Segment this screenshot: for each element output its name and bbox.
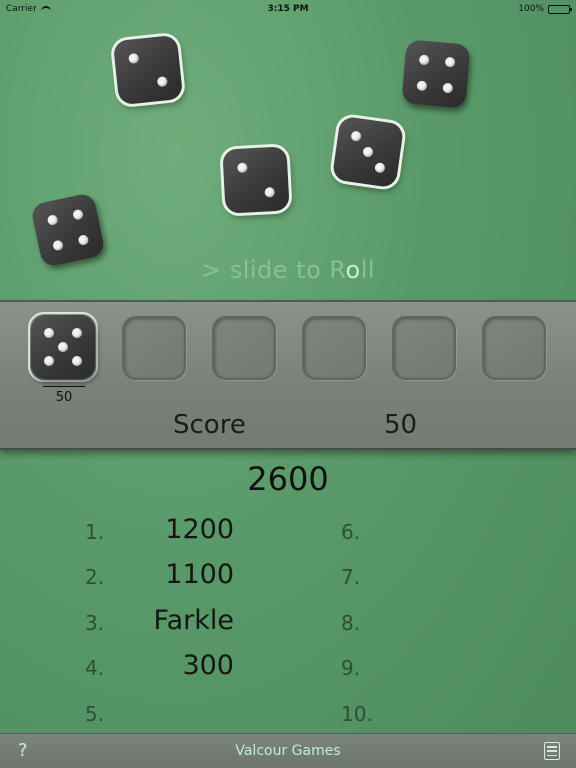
kept-dice-tray — [0, 300, 576, 450]
status-right: 100% — [390, 4, 572, 14]
die-pip — [374, 162, 386, 174]
empty-die-slot[interactable] — [122, 316, 186, 380]
turn-score: 1100 — [165, 559, 234, 590]
die-pip — [72, 356, 83, 367]
die-pip — [72, 327, 83, 338]
turn-number: 5. — [85, 702, 105, 726]
die-pip — [46, 214, 59, 227]
slide-suffix: ll — [360, 256, 376, 284]
turn-score: 300 — [182, 650, 234, 681]
die-pip — [58, 342, 68, 352]
die-pip — [264, 186, 275, 198]
turn-score: 1200 — [165, 514, 234, 545]
turn-number: 7. — [341, 565, 361, 589]
rolled-die[interactable] — [112, 34, 184, 106]
battery-icon — [548, 4, 572, 14]
die-pip — [156, 75, 168, 87]
die-pip — [71, 208, 84, 221]
turn-number: 8. — [341, 611, 361, 635]
empty-die-slot[interactable] — [212, 316, 276, 380]
footer-title[interactable]: Valcour Games — [235, 743, 340, 759]
kept-die-slot[interactable] — [28, 312, 98, 382]
die-pip — [77, 233, 90, 246]
slide-highlight: o — [345, 256, 361, 284]
die-pip — [52, 239, 65, 252]
score-value: 50 — [384, 410, 418, 440]
wifi-icon — [40, 5, 51, 13]
help-button[interactable]: ? — [18, 740, 28, 761]
turn-number: 6. — [341, 520, 361, 544]
list-icon[interactable] — [544, 742, 560, 760]
clock: 3:15 PM — [267, 4, 309, 14]
bottom-toolbar: ? Valcour Games — [0, 733, 576, 768]
status-bar: Carrier 3:15 PM 100% — [0, 0, 576, 18]
die-pip — [43, 327, 54, 338]
total-score: 2600 — [247, 460, 329, 498]
score-label: Score — [173, 410, 246, 440]
rolled-die[interactable] — [401, 39, 471, 109]
die-pip — [43, 356, 54, 367]
empty-die-slot[interactable] — [482, 316, 546, 380]
die-pip — [237, 162, 248, 174]
die-pip — [418, 54, 430, 66]
kept-subtotal-underline — [43, 386, 85, 387]
turn-score: Farkle — [153, 605, 234, 636]
die-pip — [350, 130, 362, 142]
carrier-label: Carrier — [6, 4, 37, 14]
die-pip — [416, 80, 428, 92]
rolled-die[interactable] — [331, 115, 405, 189]
die-pip — [444, 56, 456, 68]
kept-subtotal: 50 — [55, 390, 73, 405]
battery-percent: 100% — [518, 4, 544, 14]
empty-die-slot[interactable] — [302, 316, 366, 380]
turn-number: 10. — [341, 702, 373, 726]
slide-prefix: > slide to R — [200, 256, 346, 284]
empty-die-slot[interactable] — [392, 316, 456, 380]
status-left: Carrier — [6, 4, 186, 14]
kept-die[interactable] — [31, 315, 95, 379]
turn-number: 9. — [341, 656, 361, 680]
rolled-die[interactable] — [222, 146, 290, 214]
die-pip — [442, 82, 454, 94]
die-pip — [362, 146, 374, 158]
slide-to-roll[interactable]: > slide to Roll — [0, 256, 576, 284]
die-pip — [128, 53, 140, 65]
